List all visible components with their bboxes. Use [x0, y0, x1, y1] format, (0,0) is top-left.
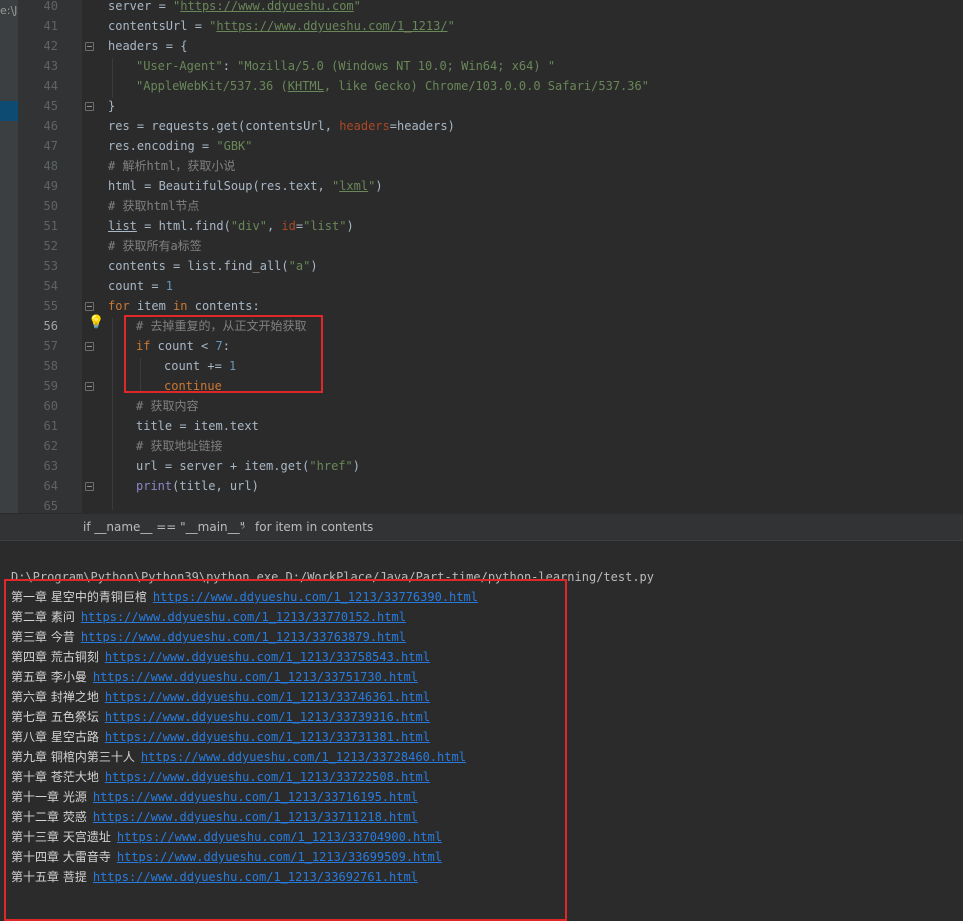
code-line-45: } — [108, 99, 116, 113]
code-line-55: for item in contents: — [108, 299, 260, 313]
run-console[interactable]: D:\Program\Python\Python39\python.exe D:… — [0, 540, 963, 921]
code-line-50: # 获取html节点 — [108, 199, 200, 213]
code-line-49: html = BeautifulSoup(res.text, "lxml") — [108, 179, 383, 193]
code-line-42: headers = { — [108, 39, 188, 53]
highlight-annotation-box — [124, 315, 323, 393]
code-line-41: contentsUrl = "https://www.ddyueshu.com/… — [108, 19, 455, 33]
indent-guide — [112, 58, 113, 98]
code-line-44: "AppleWebKit/537.36 (KHTML, like Gecko) … — [136, 79, 649, 93]
code-line-46: res = requests.get(contentsUrl, headers=… — [108, 119, 455, 133]
breadcrumb-item-main[interactable]: if __name__ == "__main__" — [83, 520, 245, 534]
code-line-63: url = server + item.get("href") — [136, 459, 360, 473]
output-highlight-box — [4, 579, 567, 921]
code-line-61: title = item.text — [136, 419, 259, 433]
breadcrumb-separator-icon: › — [241, 519, 246, 533]
code-line-48: # 解析html，获取小说 — [108, 159, 236, 173]
code-editor[interactable]: e:\Ja 4041424344454647484950515253545556… — [0, 0, 963, 513]
code-line-43: "User-Agent": "Mozilla/5.0 (Windows NT 1… — [136, 59, 556, 73]
code-line-52: # 获取所有a标签 — [108, 239, 202, 253]
code-line-64: print(title, url) — [136, 479, 259, 493]
code-line-60: # 获取内容 — [136, 399, 199, 413]
indent-guide — [112, 318, 113, 510]
code-line-47: res.encoding = "GBK" — [108, 139, 253, 153]
breadcrumb-item-for-loop[interactable]: for item in contents — [255, 520, 373, 534]
code-area[interactable]: server = "https://www.ddyueshu.com" cont… — [0, 0, 963, 513]
code-line-53: contents = list.find_all("a") — [108, 259, 318, 273]
code-line-51: list = html.find("div", id="list") — [108, 219, 354, 233]
breadcrumb: if __name__ == "__main__" › for item in … — [0, 513, 963, 541]
code-line-40: server = "https://www.ddyueshu.com" — [108, 0, 361, 13]
code-line-62: # 获取地址链接 — [136, 439, 223, 453]
code-line-54: count = 1 — [108, 279, 174, 293]
